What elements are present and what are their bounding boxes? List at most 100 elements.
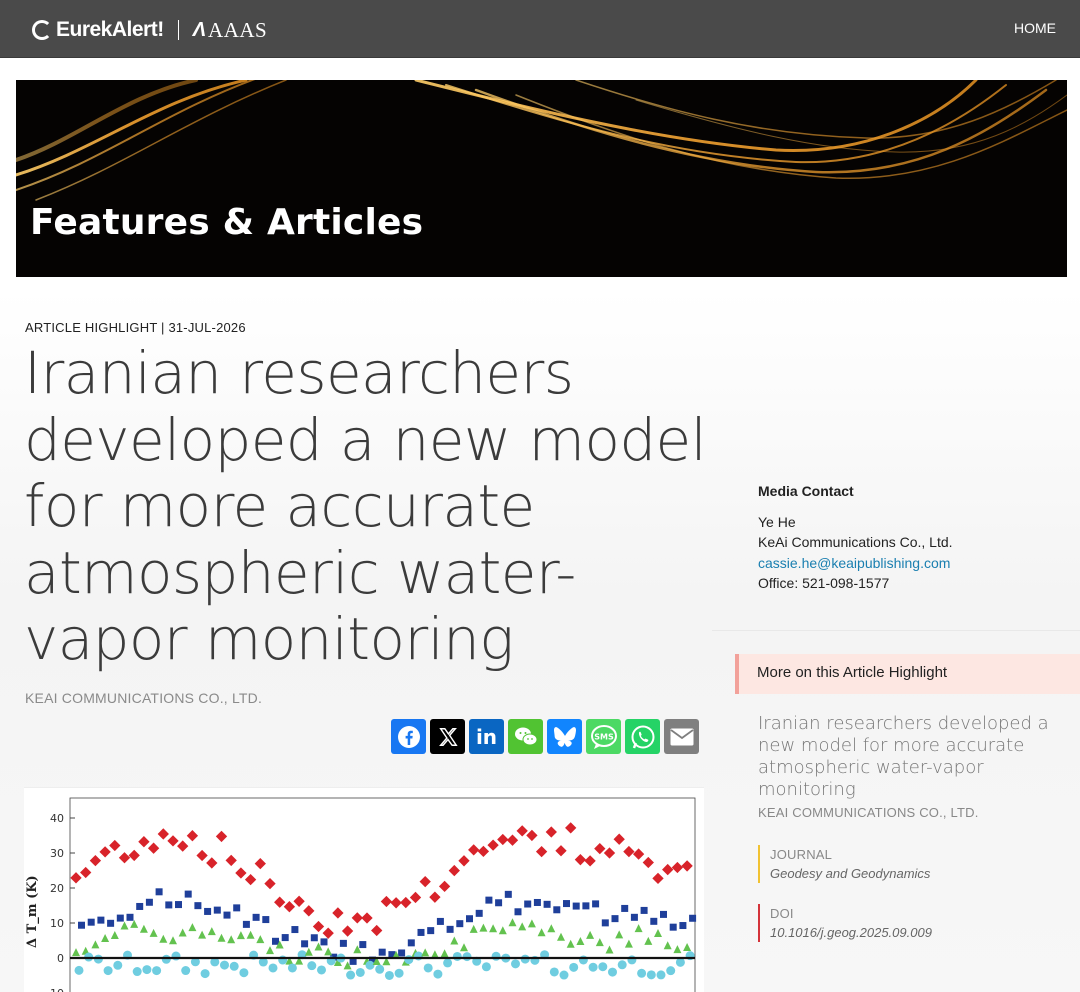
blue-square-marker [563, 900, 570, 908]
linkedin-icon: in [475, 724, 498, 749]
whatsapp-share-button[interactable] [625, 719, 660, 754]
headline-line: vapor monitoring [24, 605, 514, 673]
green-triangle-marker [256, 935, 265, 944]
cyan-circle-marker [491, 951, 501, 961]
cyan-circle-marker [559, 970, 569, 980]
blue-square-marker [378, 948, 386, 956]
y-tick-label: 20 [50, 882, 64, 895]
cyan-circle-marker [443, 958, 453, 968]
journal-label: JOURNAL [770, 847, 833, 862]
hero-banner: Features & Articles [16, 80, 1067, 277]
article-headline: Iranian researchers developed a new mode… [24, 340, 714, 673]
cyan-circle-marker [423, 963, 433, 973]
facebook-share-button[interactable] [391, 719, 426, 754]
headline-line: developed a new model [24, 405, 707, 474]
bluesky-share-button[interactable] [547, 719, 582, 754]
related-article-link[interactable]: Iranian researchers developed a new mode… [758, 713, 1058, 801]
blue-square-marker [427, 927, 435, 935]
eurekalert-logo[interactable]: EurekAlert! Λ AAAS [32, 17, 267, 43]
green-triangle-marker [304, 947, 313, 956]
green-triangle-marker [489, 924, 498, 933]
blue-square-marker [204, 907, 212, 915]
red-diamond-marker [662, 863, 674, 876]
journal-value: Geodesy and Geodynamics [770, 866, 931, 881]
red-diamond-marker [400, 896, 412, 909]
red-diamond-marker [380, 895, 393, 908]
article-source: KEAI COMMUNICATIONS CO., LTD. [25, 690, 263, 706]
red-diamond-marker [167, 835, 179, 847]
sms-share-button[interactable]: SMS [586, 719, 621, 754]
cyan-circle-marker [617, 960, 627, 970]
blue-square-marker [320, 938, 328, 946]
article-meta: ARTICLE HIGHLIGHT | 31-JUL-2026 [25, 320, 246, 335]
red-diamond-marker [196, 849, 208, 862]
cyan-circle-marker [608, 967, 617, 977]
y-tick-label: 30 [50, 847, 64, 860]
red-diamond-marker [235, 867, 247, 879]
red-diamond-marker [341, 925, 354, 937]
blue-square-marker [611, 915, 619, 923]
wechat-share-button[interactable] [508, 719, 543, 754]
blue-square-marker [650, 917, 658, 925]
red-diamond-marker [283, 901, 296, 913]
red-diamond-marker [565, 822, 577, 834]
cyan-circle-marker [549, 967, 559, 977]
red-diamond-marker [128, 849, 140, 862]
blue-square-marker [301, 940, 309, 948]
green-triangle-marker [120, 921, 129, 930]
blue-square-marker [145, 898, 153, 906]
green-triangle-marker [188, 923, 197, 932]
blue-square-marker [621, 904, 629, 912]
green-triangle-marker [227, 935, 236, 944]
cyan-circle-marker [384, 970, 394, 980]
cyan-circle-marker [229, 961, 239, 971]
blue-square-marker [582, 902, 590, 910]
eurekalert-logo-icon [32, 20, 52, 40]
red-diamond-marker [574, 854, 587, 866]
linkedin-share-button[interactable]: in [469, 719, 504, 754]
blue-square-marker [281, 934, 289, 942]
green-triangle-marker [527, 919, 536, 928]
doi-value[interactable]: 10.1016/j.geog.2025.09.009 [770, 923, 932, 942]
blue-square-marker [291, 926, 299, 934]
green-triangle-marker [207, 927, 216, 936]
cyan-circle-marker [433, 969, 443, 979]
green-triangle-marker [450, 936, 459, 945]
cyan-circle-marker [511, 959, 520, 969]
cyan-circle-marker [637, 968, 647, 978]
blue-square-marker [504, 890, 512, 898]
x-share-button[interactable] [430, 719, 465, 754]
red-diamond-marker [177, 840, 189, 852]
green-triangle-marker [566, 939, 575, 948]
home-link[interactable]: HOME [1014, 20, 1056, 36]
sms-icon: SMS [590, 724, 617, 749]
red-diamond-marker [293, 895, 305, 907]
blue-square-marker [262, 916, 270, 924]
blue-square-marker [407, 939, 415, 947]
red-diamond-marker [303, 905, 315, 917]
blue-square-marker [136, 902, 144, 910]
aaas-logo-icon: Λ [192, 18, 207, 41]
red-diamond-marker [264, 877, 276, 890]
blue-square-marker [601, 919, 609, 927]
share-bar: in SMS [391, 719, 699, 754]
email-share-button[interactable] [664, 719, 699, 754]
blue-square-marker [87, 918, 95, 926]
cyan-circle-marker [394, 968, 404, 978]
blue-square-marker [456, 920, 464, 928]
cyan-circle-marker [646, 970, 656, 980]
blue-square-marker [417, 928, 425, 936]
green-triangle-marker [518, 922, 527, 931]
contact-email-link[interactable]: cassie.he@keaipublishing.com [758, 555, 950, 571]
cyan-circle-marker [307, 961, 317, 971]
red-diamond-marker [584, 855, 596, 867]
article-figure-image[interactable]: 40 30 20 10 0 -10 Δ T_m (K) [24, 787, 704, 992]
red-diamond-marker [652, 872, 664, 885]
blue-square-marker [223, 911, 231, 919]
top-navbar: EurekAlert! Λ AAAS HOME [0, 0, 1080, 58]
cyan-circle-marker [317, 965, 326, 975]
blue-square-marker [514, 908, 522, 916]
blue-square-marker [78, 921, 85, 929]
red-diamond-marker [157, 828, 169, 840]
cyan-circle-marker [268, 963, 278, 973]
